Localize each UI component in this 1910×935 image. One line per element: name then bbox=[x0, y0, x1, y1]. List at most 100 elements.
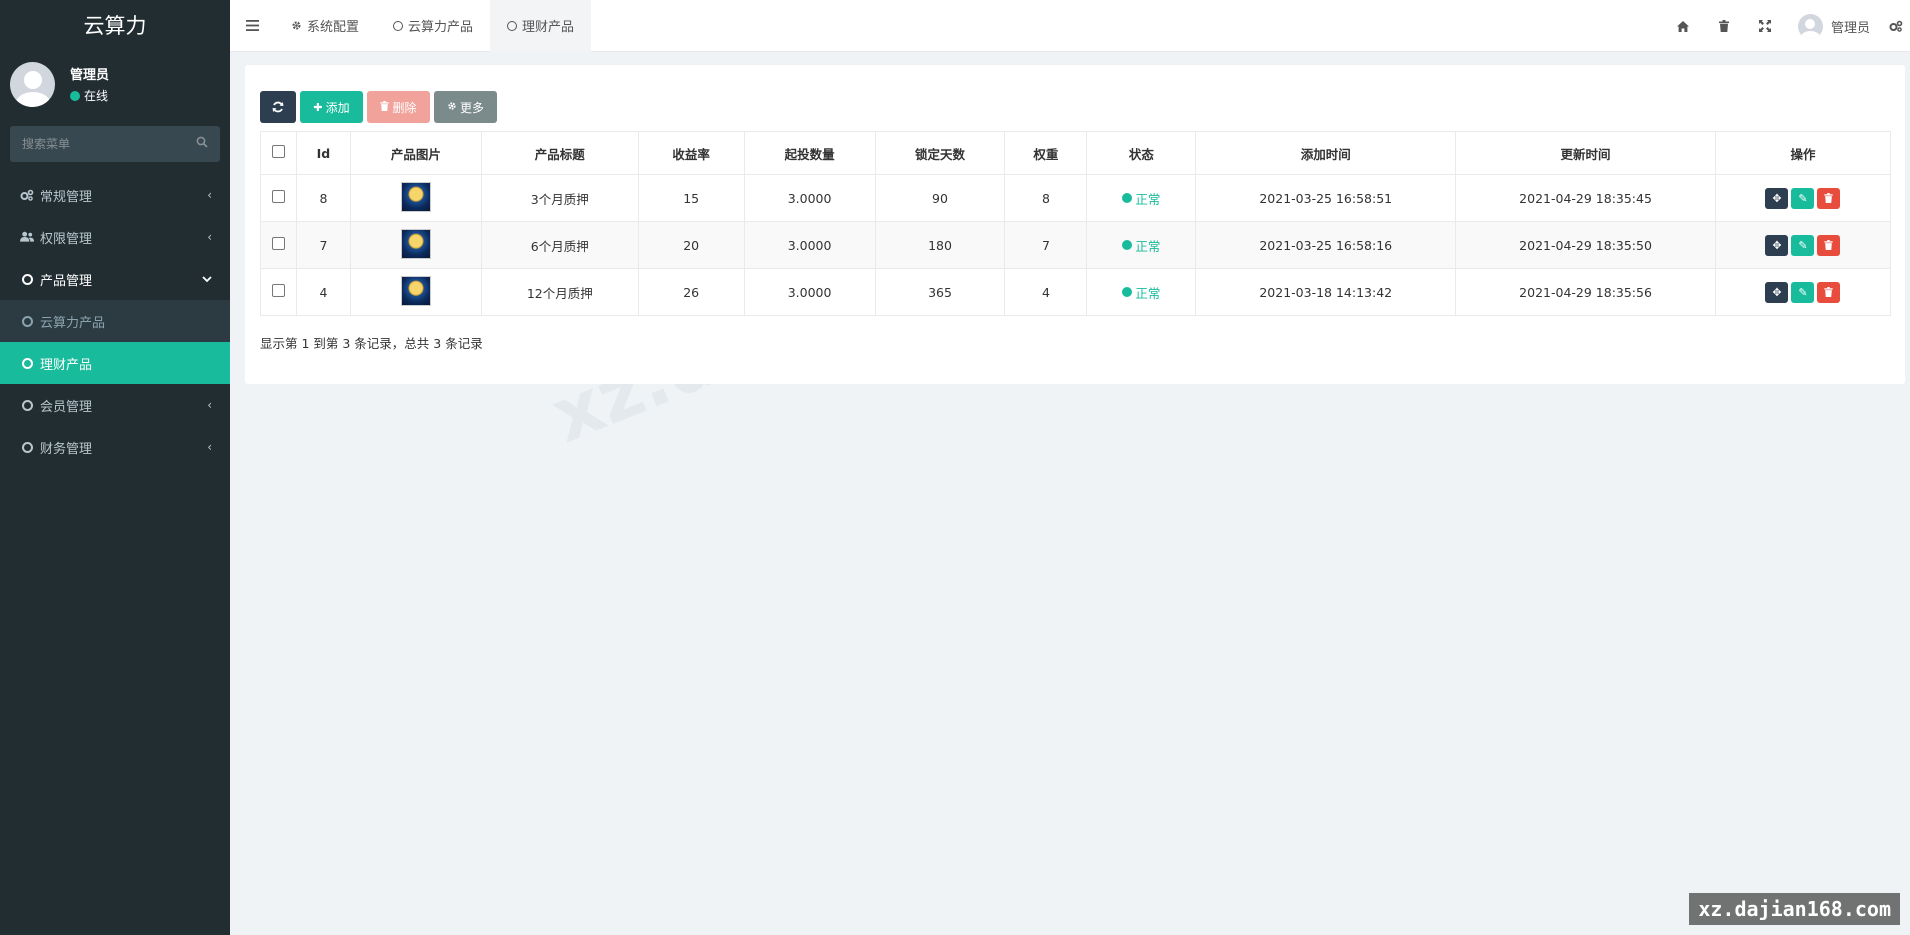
column-header: 添加时间 bbox=[1195, 131, 1457, 175]
drag-sort-button[interactable]: ✥ bbox=[1765, 281, 1789, 303]
menu-search bbox=[10, 126, 220, 162]
circle-icon bbox=[20, 357, 34, 369]
circle-icon bbox=[20, 273, 34, 285]
row-delete-button[interactable] bbox=[1817, 234, 1841, 256]
sidebar-item-finance-products[interactable]: 理财产品 bbox=[0, 342, 230, 384]
topbar-user-menu[interactable]: 管理员 bbox=[1786, 0, 1882, 52]
sidebar-item-cloud-products[interactable]: 云算力产品 bbox=[0, 300, 230, 342]
cell-rate: 20 bbox=[637, 221, 745, 269]
add-button[interactable]: ✚ 添加 bbox=[300, 91, 363, 123]
cell-id: 8 bbox=[295, 174, 351, 222]
more-button-label: 更多 bbox=[459, 100, 484, 115]
users-icon bbox=[20, 231, 34, 243]
fullscreen-button[interactable] bbox=[1745, 0, 1786, 52]
delete-button[interactable]: 删除 bbox=[367, 91, 430, 123]
status-label: 正常 bbox=[1135, 238, 1161, 254]
column-header: 权重 bbox=[1004, 131, 1088, 175]
refresh-button[interactable] bbox=[260, 91, 296, 123]
sidebar: 云算力 管理员 在线 常规管理 ‹ 权限管理 ‹ 产品管理 bbox=[0, 0, 230, 935]
row-delete-button[interactable] bbox=[1817, 281, 1841, 303]
cell-title: 6个月质押 bbox=[480, 221, 639, 269]
cell-min-amount: 3.0000 bbox=[743, 174, 876, 222]
edit-button[interactable]: ✎ bbox=[1791, 281, 1815, 303]
cell-weight: 4 bbox=[1004, 268, 1088, 316]
chevron-left-icon: ‹ bbox=[207, 230, 212, 244]
column-header: 状态 bbox=[1086, 131, 1197, 175]
sidebar-item-finance[interactable]: 财务管理 ‹ bbox=[0, 426, 230, 468]
cell-rate: 15 bbox=[637, 174, 745, 222]
clear-cache-button[interactable] bbox=[1704, 0, 1745, 52]
home-button[interactable] bbox=[1663, 0, 1704, 52]
column-header: 起投数量 bbox=[743, 131, 876, 175]
add-button-label: 添加 bbox=[325, 100, 350, 115]
sidebar-item-products[interactable]: 产品管理 bbox=[0, 258, 230, 300]
status-badge[interactable]: 正常 bbox=[1122, 283, 1160, 302]
table-row: 8 3个月质押 15 3.0000 90 8 正常 2021-03-25 16:… bbox=[260, 174, 1892, 222]
status-label: 正常 bbox=[1135, 191, 1161, 207]
status-dot-icon bbox=[1122, 287, 1133, 297]
product-image[interactable] bbox=[400, 275, 431, 306]
column-header: 操作 bbox=[1714, 131, 1892, 175]
table-row: 7 6个月质押 20 3.0000 180 7 正常 2021-03-25 16… bbox=[260, 221, 1892, 269]
cell-weight: 8 bbox=[1004, 174, 1088, 222]
avatar bbox=[1797, 13, 1823, 39]
expand-icon bbox=[1759, 20, 1772, 32]
chevron-left-icon: ‹ bbox=[207, 398, 212, 412]
tab-finance-products[interactable]: 理财产品 bbox=[490, 0, 592, 52]
status-dot-icon bbox=[1122, 240, 1133, 250]
tab-label: 理财产品 bbox=[522, 20, 575, 35]
products-submenu: 云算力产品 理财产品 bbox=[0, 300, 230, 384]
menu-search-input[interactable] bbox=[22, 137, 182, 151]
tab-system-config[interactable]: 系统配置 bbox=[274, 0, 376, 52]
cell-lock-days: 180 bbox=[874, 221, 1006, 269]
products-table: Id 产品图片 产品标题 收益率 起投数量 锁定天数 权重 状态 添加时间 更新… bbox=[260, 131, 1892, 316]
drag-sort-button[interactable]: ✥ bbox=[1765, 234, 1789, 256]
cell-title: 12个月质押 bbox=[480, 268, 639, 316]
column-header[interactable]: Id bbox=[295, 131, 351, 175]
drag-sort-button[interactable]: ✥ bbox=[1765, 187, 1789, 209]
product-image[interactable] bbox=[400, 228, 431, 259]
cell-lock-days: 365 bbox=[874, 268, 1006, 316]
cell-lock-days: 90 bbox=[874, 174, 1006, 222]
chevron-left-icon: ‹ bbox=[207, 440, 212, 454]
sidebar-item-general[interactable]: 常规管理 ‹ bbox=[0, 174, 230, 216]
cell-created: 2021-03-18 14:13:42 bbox=[1195, 268, 1457, 316]
sidebar-item-label: 财务管理 bbox=[40, 441, 93, 457]
edit-button[interactable]: ✎ bbox=[1791, 187, 1815, 209]
circle-icon bbox=[507, 20, 518, 31]
user-status: 在线 bbox=[70, 87, 109, 104]
pagination-info: 显示第 1 到第 3 条记录，总共 3 条记录 bbox=[260, 336, 483, 351]
row-delete-button[interactable] bbox=[1817, 187, 1841, 209]
home-icon bbox=[1677, 20, 1690, 32]
sidebar-item-auth[interactable]: 权限管理 ‹ bbox=[0, 216, 230, 258]
sidebar-item-label: 云算力产品 bbox=[40, 315, 106, 331]
row-checkbox[interactable] bbox=[271, 284, 285, 297]
plus-icon: ✚ bbox=[313, 100, 323, 114]
tab-label: 系统配置 bbox=[307, 20, 360, 35]
select-all-checkbox[interactable] bbox=[271, 145, 285, 158]
search-icon[interactable] bbox=[196, 136, 208, 152]
cell-weight: 7 bbox=[1004, 221, 1088, 269]
chevron-left-icon: ‹ bbox=[207, 188, 212, 202]
row-checkbox[interactable] bbox=[271, 190, 285, 203]
sidebar-toggle-button[interactable] bbox=[230, 0, 274, 52]
sidebar-item-members[interactable]: 会员管理 ‹ bbox=[0, 384, 230, 426]
edit-button[interactable]: ✎ bbox=[1791, 234, 1815, 256]
product-image[interactable] bbox=[400, 181, 431, 212]
online-dot-icon bbox=[70, 90, 80, 101]
tab-label: 云算力产品 bbox=[408, 20, 474, 35]
cell-min-amount: 3.0000 bbox=[743, 221, 876, 269]
status-badge[interactable]: 正常 bbox=[1122, 236, 1160, 255]
delete-button-label: 删除 bbox=[392, 100, 417, 115]
row-actions: ✥ ✎ bbox=[1765, 234, 1841, 256]
status-badge[interactable]: 正常 bbox=[1122, 189, 1160, 208]
column-header: 产品图片 bbox=[349, 131, 482, 175]
control-sidebar-button[interactable] bbox=[1882, 0, 1910, 52]
more-button[interactable]: 更多 bbox=[434, 91, 497, 123]
row-checkbox[interactable] bbox=[271, 237, 285, 250]
app-logo[interactable]: 云算力 bbox=[0, 0, 230, 52]
tab-cloud-products[interactable]: 云算力产品 bbox=[376, 0, 490, 52]
top-navbar: 系统配置 云算力产品 理财产品 管理员 bbox=[230, 0, 1910, 52]
cell-id: 7 bbox=[295, 221, 351, 269]
status-dot-icon bbox=[1122, 193, 1133, 203]
